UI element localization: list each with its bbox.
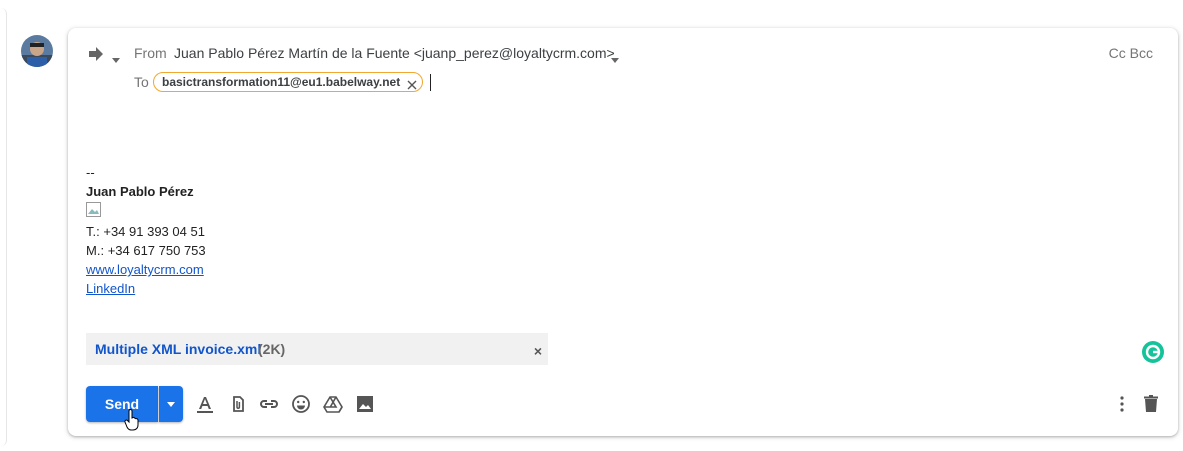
- send-button[interactable]: Send: [86, 386, 158, 422]
- signature-mobile: M.: +34 617 750 753: [86, 243, 206, 258]
- from-label: From: [134, 45, 167, 61]
- link-icon[interactable]: [258, 393, 280, 415]
- remove-attachment-button[interactable]: ×: [534, 343, 542, 359]
- signature-website[interactable]: www.loyaltycrm.com: [86, 262, 204, 277]
- close-icon[interactable]: [407, 77, 417, 95]
- from-dropdown-icon[interactable]: [611, 50, 619, 68]
- broken-image-icon: [86, 202, 101, 217]
- from-address[interactable]: Juan Pablo Pérez Martín de la Fuente <ju…: [174, 45, 615, 61]
- recipient-address: basictransformation11@eu1.babelway.net: [162, 75, 401, 89]
- photo-icon[interactable]: [354, 393, 376, 415]
- attachment-chip[interactable]: Multiple XML invoice.xml (2K) ×: [86, 333, 548, 365]
- signature-linkedin[interactable]: LinkedIn: [86, 281, 135, 296]
- avatar: [21, 35, 53, 67]
- send-options-button[interactable]: [159, 386, 183, 422]
- signature-phone: T.: +34 91 393 04 51: [86, 224, 205, 239]
- attachment-name[interactable]: Multiple XML invoice.xml: [95, 341, 261, 357]
- emoji-icon[interactable]: [290, 393, 312, 415]
- hand-cursor-icon: [124, 409, 140, 436]
- text-cursor: [430, 74, 431, 91]
- attach-icon[interactable]: [226, 393, 248, 415]
- signature-dashes: --: [86, 165, 95, 180]
- formatting-icon[interactable]: [194, 393, 216, 415]
- signature-name: Juan Pablo Pérez: [86, 184, 194, 199]
- compose-card: From Juan Pablo Pérez Martín de la Fuent…: [68, 28, 1178, 436]
- left-panel-edge: [0, 8, 7, 446]
- attachment-size: (2K): [258, 341, 286, 357]
- reply-icon[interactable]: [88, 46, 104, 67]
- dropdown-caret-icon[interactable]: [112, 50, 120, 68]
- trash-icon[interactable]: [1140, 393, 1162, 415]
- to-label: To: [134, 74, 149, 90]
- more-options-icon[interactable]: [1111, 393, 1133, 415]
- recipient-chip[interactable]: basictransformation11@eu1.babelway.net: [153, 72, 424, 95]
- grammarly-icon[interactable]: [1142, 341, 1164, 363]
- drive-icon[interactable]: [322, 393, 344, 415]
- cc-bcc-link[interactable]: Cc Bcc: [1109, 45, 1153, 61]
